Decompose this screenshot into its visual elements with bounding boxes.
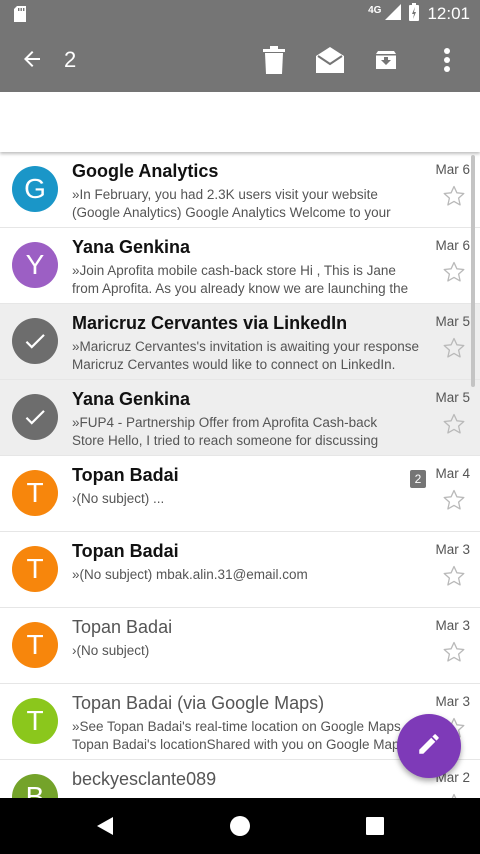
battery-icon — [409, 2, 420, 26]
email-date: Mar 3 — [435, 618, 470, 633]
snippet-line: »Maricruz Cervantes's invitation is awai… — [72, 339, 419, 354]
email-date: Mar 5 — [435, 390, 470, 405]
email-snippet: »FUP4 - Partnership Offer from Aprofita … — [72, 414, 430, 449]
email-snippet: ›(No subject) — [72, 642, 430, 660]
email-snippet: »Maricruz Cervantes's invitation is awai… — [72, 338, 430, 373]
email-row[interactable]: Y Yana Genkina »Join Aprofita mobile cash-… — [0, 228, 480, 304]
navigation-bar — [0, 798, 480, 854]
sender-name: Topan Badai — [72, 541, 179, 561]
email-list[interactable]: G Google Analytics »In February, you had 2… — [0, 152, 480, 798]
email-date: Mar 6 — [435, 162, 470, 177]
sd-card-icon — [14, 6, 26, 27]
contextual-action-bar: 2 — [0, 28, 480, 92]
email-row[interactable]: Yana Genkina »FUP4 - Partnership Offer fr… — [0, 380, 480, 456]
sender-avatar[interactable]: B — [12, 774, 58, 798]
compose-button[interactable] — [397, 714, 461, 778]
snippet-line: »FUP4 - Partnership Offer from Aprofita … — [72, 415, 378, 430]
check-icon — [25, 410, 45, 425]
email-date: Mar 6 — [435, 238, 470, 253]
email-row[interactable]: Maricruz Cervantes via LinkedIn »Maricruz… — [0, 304, 480, 380]
snippet-line: Store Hello, I tried to reach someone fo… — [72, 432, 379, 448]
snippet-line: from Aprofita. As you already know we ar… — [72, 280, 409, 296]
email-snippet: »See Topan Badai's real-time location on… — [72, 718, 430, 753]
signal-icon — [385, 3, 402, 25]
avatar-initial: G — [24, 173, 46, 204]
snippet-line: »See Topan Badai's real-time location on… — [72, 719, 401, 734]
avatar-initial: T — [26, 477, 44, 508]
star-icon[interactable] — [442, 488, 466, 517]
header-spacer — [0, 92, 480, 152]
star-icon[interactable] — [442, 260, 466, 289]
sender-avatar[interactable]: T — [12, 546, 58, 592]
status-time: 12:01 — [427, 4, 470, 23]
avatar-initial: T — [26, 705, 44, 736]
snippet-line: »Join Aprofita mobile cash-back store Hi… — [72, 263, 396, 278]
email-snippet: »Join Aprofita mobile cash-back store Hi… — [72, 262, 430, 297]
check-icon — [25, 334, 45, 349]
email-row[interactable]: G Google Analytics »In February, you had 2… — [0, 152, 480, 228]
back-arrow-icon[interactable] — [20, 47, 44, 76]
snippet-line: Maricruz Cervantes would like to connect… — [72, 356, 396, 372]
email-row[interactable]: T Topan Badai »(No subject) mbak.alin.31@e… — [0, 532, 480, 608]
archive-icon[interactable] — [370, 44, 402, 76]
snippet-line: »In February, you had 2.3K users visit y… — [72, 187, 378, 202]
email-date: Mar 3 — [435, 542, 470, 557]
email-snippet: »(No subject) mbak.alin.31@email.com — [72, 566, 430, 584]
snippet-line: »(No subject) mbak.alin.31@email.com — [72, 567, 308, 582]
avatar-initial: Y — [25, 249, 45, 280]
selected-check-avatar[interactable] — [12, 318, 58, 364]
sender-avatar[interactable]: Y — [12, 242, 58, 288]
mark-read-icon[interactable] — [314, 44, 346, 76]
sender-avatar[interactable]: G — [12, 166, 58, 212]
star-icon[interactable] — [442, 564, 466, 593]
email-snippet: »In February, you had 2.3K users visit y… — [72, 186, 430, 221]
avatar-initial: T — [26, 629, 44, 660]
sender-name: Topan Badai (via Google Maps) — [72, 693, 325, 713]
compose-pencil-icon — [416, 731, 442, 762]
sender-avatar[interactable]: T — [12, 698, 58, 744]
email-date: Mar 3 — [435, 694, 470, 709]
selected-check-avatar[interactable] — [12, 394, 58, 440]
avatar-initial: T — [26, 553, 44, 584]
sender-avatar[interactable]: T — [12, 622, 58, 668]
snippet-line: ›(No subject) ... — [72, 491, 165, 506]
sender-name: Topan Badai — [72, 617, 173, 637]
sender-name: Google Analytics — [72, 161, 219, 181]
star-icon[interactable] — [442, 412, 466, 441]
thread-count-badge: 2 — [410, 470, 426, 488]
sender-name: Topan Badai — [72, 465, 179, 485]
snippet-line: Topan Badai's locationShared with you on… — [72, 736, 407, 752]
scrollbar[interactable] — [471, 155, 475, 387]
sender-avatar[interactable]: T — [12, 470, 58, 516]
more-vert-icon[interactable] — [431, 44, 463, 76]
selected-count: 2 — [64, 47, 77, 72]
email-snippet: ›(No subject) ... — [72, 490, 430, 508]
sender-name: Maricruz Cervantes via LinkedIn — [72, 313, 348, 333]
email-date: Mar 4 — [435, 466, 470, 481]
sender-name: Yana Genkina — [72, 237, 191, 257]
email-date: Mar 5 — [435, 314, 470, 329]
star-icon[interactable] — [442, 336, 466, 365]
nav-recents-icon[interactable] — [363, 814, 387, 838]
avatar-initial: B — [25, 781, 45, 798]
email-row[interactable]: T Topan Badai ›(No subject) ... Mar 4 2 — [0, 456, 480, 532]
star-icon[interactable] — [442, 184, 466, 213]
snippet-line: (Google Analytics) Google Analytics Welc… — [72, 204, 391, 220]
snippet-line: ›(No subject) — [72, 643, 150, 658]
star-icon[interactable] — [442, 640, 466, 669]
email-row[interactable]: T Topan Badai ›(No subject) Mar 3 — [0, 608, 480, 684]
sender-name: Yana Genkina — [72, 389, 191, 409]
network-type-label: 4G — [368, 4, 382, 16]
nav-back-icon[interactable] — [93, 814, 117, 838]
sender-name: beckyesclante089 — [72, 769, 217, 789]
nav-home-icon[interactable] — [228, 814, 252, 838]
status-bar: 4G 12:01 — [0, 0, 480, 28]
delete-icon[interactable] — [258, 44, 290, 76]
